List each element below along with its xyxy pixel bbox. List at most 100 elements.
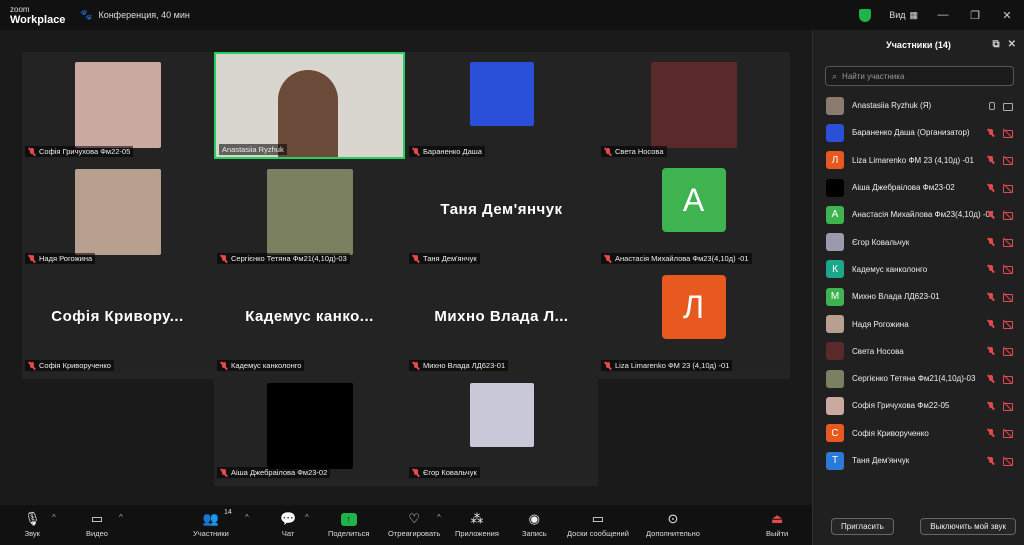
video-button[interactable]: ▭ Видео [86,509,108,538]
participants-caret-icon[interactable]: ^ [245,513,249,522]
participant-row[interactable]: Софія Гричухова Фм22-05 [813,392,1024,419]
participant-photo [266,169,353,255]
close-icon[interactable]: ✕ [1000,9,1014,22]
participant-photo [74,169,161,255]
video-tile[interactable]: Кадемус канко... Кадемус канколонго [214,266,405,373]
chat-caret-icon[interactable]: ^ [305,513,309,522]
whiteboard-button[interactable]: ▭ Доски сообщений [567,509,629,538]
participant-row[interactable]: Сергієнко Тетяна Фм21(4,10д)-03 [813,365,1024,392]
tile-name: Аіша Джебраілова Фм23-02 [231,468,328,477]
meeting-info[interactable]: 🐾 Конференция, 40 мин [80,10,190,21]
share-arrow-icon: ↑ [340,512,357,526]
video-tile[interactable]: Л Liza Limarenko ФМ 23 (4,10д) -01 [598,266,789,373]
mic-muted-icon [987,292,995,301]
participant-row[interactable]: A Анастасія Михайлова Фм23(4,10д) -01 [813,201,1024,228]
share-label: Поделиться [328,529,370,538]
participant-row[interactable]: С Софія Криворученко [813,420,1024,447]
security-shield-icon[interactable] [859,8,872,22]
video-tile[interactable]: Михно Влада Л... Михно Влада ЛД623-01 [406,266,597,373]
leave-button[interactable]: ⏏ Выйти [766,509,788,538]
avatar [826,369,844,388]
tile-name-label: Anastasiia Ryzhuk [219,144,287,155]
heart-icon: ♡ [408,511,420,526]
participant-row[interactable]: Л Liza Limarenko ФМ 23 (4,10д) -01 [813,147,1024,174]
minimize-icon[interactable]: — [936,9,950,21]
close-panel-icon[interactable]: ✕ [1008,39,1016,50]
video-tile[interactable]: Надя Рогожина [22,159,213,266]
mic-muted-icon [987,128,995,137]
mic-icon [987,101,995,110]
participant-photo [469,62,534,126]
leave-label: Выйти [766,529,789,538]
apps-button[interactable]: ⁂ Приложения [455,509,499,538]
video-tile[interactable]: Єгор Ковальчук [406,373,597,480]
participant-video [278,70,338,157]
participant-name-large: Кадемус канко... [245,308,374,325]
mic-muted-icon [412,361,420,370]
tile-name-label: Анастасія Михайлова Фм23(4,10д) -01 [601,253,752,264]
invite-button[interactable]: Пригласить [831,518,894,535]
video-tile[interactable]: Софія Гричухова Фм22-05 [22,52,213,159]
whiteboard-label: Доски сообщений [567,529,629,538]
camera-icon [1003,102,1014,111]
mic-muted-icon [987,347,995,355]
panel-header: Участники (14) ⧉ ✕ [813,30,1024,60]
chat-icon: 💬 [280,511,297,526]
mic-muted-icon [987,238,995,246]
participant-row[interactable]: Света Носова [813,338,1024,365]
people-icon: 👥 [202,511,220,526]
participant-row[interactable]: Бараненко Даша (Организатор) [813,119,1024,146]
participant-row[interactable]: Єгор Ковальчук [813,228,1024,255]
avatar: М [826,287,844,306]
mic-muted-icon [987,320,995,328]
view-button[interactable]: Вид ▦ [889,10,918,21]
chat-button[interactable]: 💬 Чат [280,509,296,538]
video-caret-icon[interactable]: ^ [119,513,123,522]
popout-icon[interactable]: ⧉ [992,39,999,50]
whiteboard-icon: ▭ [591,511,605,526]
video-tile[interactable]: Таня Дем'янчук Таня Дем'янчук [406,159,597,266]
react-button[interactable]: ♡ Отреагировать [388,509,440,538]
video-tile[interactable]: A Анастасія Михайлова Фм23(4,10д) -01 [598,159,789,266]
mic-muted-icon [412,468,420,477]
share-button[interactable]: ↑ Поделиться [328,509,369,538]
restore-icon[interactable]: ❐ [968,9,982,22]
camera-off-icon [1003,156,1014,166]
search-input[interactable]: ⌕ Найти участника [825,66,1014,86]
participant-row[interactable]: Т Таня Дем'янчук [813,447,1024,474]
video-tile[interactable]: Сергієнко Тетяна Фм21(4,10д)-03 [214,159,405,266]
participant-row[interactable]: Anastasiia Ryzhuk (Я) [813,92,1024,119]
tile-name: Таня Дем'янчук [423,254,477,263]
record-button[interactable]: ◉ Запись [522,509,547,538]
video-tile[interactable]: Софія Кривору... Софія Криворученко [22,266,213,373]
audio-button[interactable]: 🎙 Звук [24,509,41,538]
mic-muted-icon [987,374,995,383]
tile-name-label: Сергієнко Тетяна Фм21(4,10д)-03 [217,253,350,264]
react-caret-icon[interactable]: ^ [437,513,441,522]
participant-row[interactable]: Аіша Джебраілова Фм23-02 [813,174,1024,201]
participant-row[interactable]: М Михно Влада ЛД623-01 [813,283,1024,310]
audio-caret-icon[interactable]: ^ [52,513,56,522]
avatar [826,342,844,361]
video-tile[interactable]: Бараненко Даша [406,52,597,159]
video-label: Видео [86,529,108,538]
camera-off-icon [1003,429,1014,439]
video-tile[interactable]: Anastasiia Ryzhuk [214,52,405,159]
video-tile[interactable]: Света Носова [598,52,789,159]
mic-muted-icon [987,183,995,192]
record-icon: ◉ [528,511,540,526]
participant-row[interactable]: Надя Рогожина [813,310,1024,337]
microphone-icon: 🎙 [24,511,41,526]
avatar [826,96,844,115]
tile-name-label: Таня Дем'янчук [409,253,480,264]
logo-line2: Workplace [10,14,66,26]
participant-row[interactable]: К Кадемус канколонго [813,256,1024,283]
mute-me-button[interactable]: Выключить мой звук [920,518,1016,535]
more-button[interactable]: ⊙ Дополнительно [646,509,700,538]
tile-name-label: Єгор Ковальчук [409,467,480,478]
tile-name-label: Софія Гричухова Фм22-05 [25,146,134,157]
mic-muted-icon [220,361,228,370]
video-tile[interactable]: Аіша Джебраілова Фм23-02 [214,373,405,480]
mic-muted-icon [987,429,995,437]
tile-name: Надя Рогожина [39,254,93,263]
